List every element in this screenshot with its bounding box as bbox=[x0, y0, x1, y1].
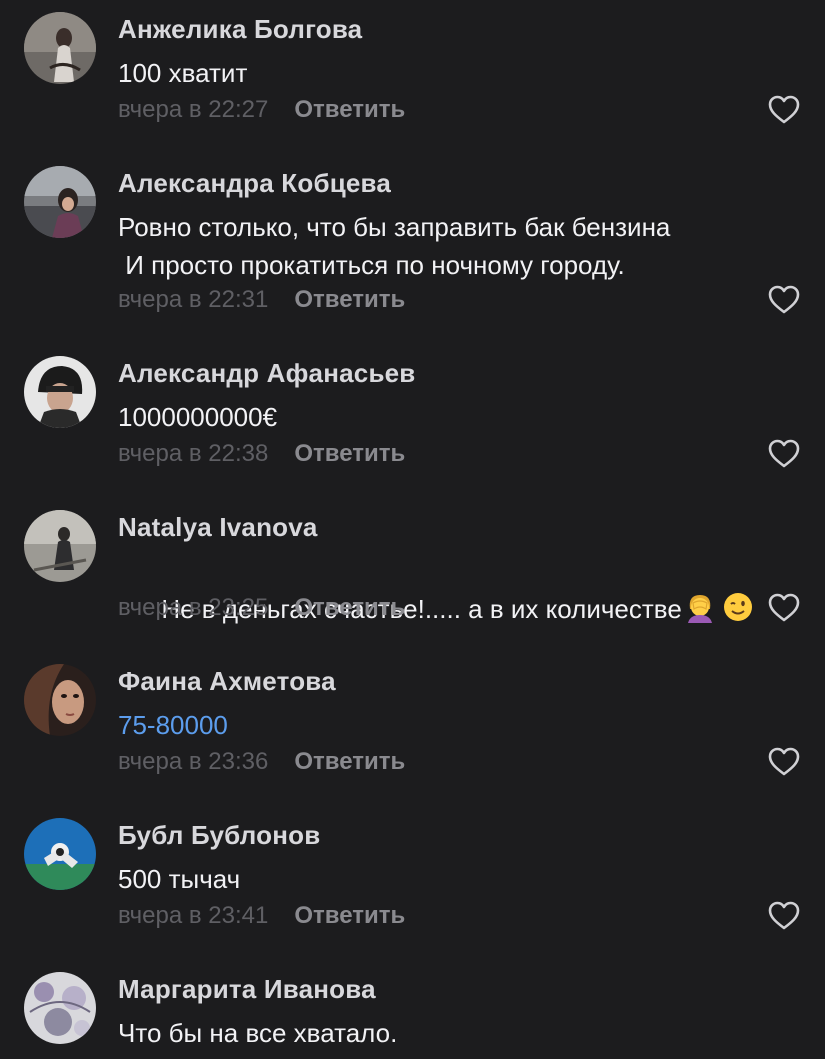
heart-icon bbox=[768, 95, 800, 124]
comment-text: Ровно столько, что бы заправить бак бенз… bbox=[118, 212, 671, 280]
comment-timestamp: вчера в 22:31 bbox=[118, 286, 269, 313]
comments-feed: Анжелика Болгова 100 хватит вчера в 22:2… bbox=[0, 0, 825, 1059]
comment-meta: вчера в 22:31 Ответить bbox=[118, 286, 405, 314]
avatar[interactable] bbox=[24, 664, 96, 736]
reply-button[interactable]: Ответить bbox=[294, 440, 405, 468]
comment-timestamp: вчера в 23:25 bbox=[118, 594, 269, 621]
comment-author[interactable]: Бубл Бублонов bbox=[118, 820, 320, 851]
like-button[interactable] bbox=[768, 593, 800, 623]
comment-meta: вчера в 22:38 Ответить bbox=[118, 440, 405, 468]
avatar-photo-alexandr bbox=[24, 356, 96, 428]
comment-author[interactable]: Александр Афанасьев bbox=[118, 358, 415, 389]
comment-author[interactable]: Natalya Ivanova bbox=[118, 512, 318, 543]
like-button[interactable] bbox=[768, 95, 800, 125]
reply-button[interactable]: Ответить bbox=[294, 286, 405, 314]
comment-text: 500 тычач bbox=[118, 864, 241, 894]
avatar[interactable] bbox=[24, 166, 96, 238]
avatar-photo-alexandra bbox=[24, 166, 96, 238]
heart-icon bbox=[768, 901, 800, 930]
comment-timestamp: вчера в 22:27 bbox=[118, 96, 269, 123]
reply-button[interactable]: Ответить bbox=[294, 96, 405, 124]
woman-facepalming-emoji bbox=[687, 595, 712, 623]
reply-button[interactable]: Ответить bbox=[294, 902, 405, 930]
like-button[interactable] bbox=[768, 747, 800, 777]
avatar-photo-margarita bbox=[24, 972, 96, 1044]
heart-icon bbox=[768, 285, 800, 314]
comment-text-link[interactable]: 75-80000 bbox=[118, 706, 228, 744]
avatar[interactable] bbox=[24, 510, 96, 582]
comment-text: 100 хватит bbox=[118, 58, 248, 88]
comment-text: 1000000000€ bbox=[118, 402, 278, 432]
avatar-photo-bubl bbox=[24, 818, 96, 890]
avatar-photo-angelika bbox=[24, 12, 96, 84]
heart-icon bbox=[768, 747, 800, 776]
avatar-photo-natalya bbox=[24, 510, 96, 582]
comment-meta: вчера в 23:41 Ответить bbox=[118, 902, 405, 930]
avatar-photo-faina bbox=[24, 664, 96, 736]
comment-meta: вчера в 23:36 Ответить bbox=[118, 748, 405, 776]
avatar[interactable] bbox=[24, 356, 96, 428]
comment-author[interactable]: Александра Кобцева bbox=[118, 168, 391, 199]
winking-face-emoji bbox=[723, 593, 752, 621]
comment-meta: вчера в 22:27 Ответить bbox=[118, 96, 405, 124]
comment-author[interactable]: Маргарита Иванова bbox=[118, 974, 376, 1005]
comment-author[interactable]: Фаина Ахметова bbox=[118, 666, 336, 697]
comment-timestamp: вчера в 23:41 bbox=[118, 902, 269, 929]
comment-timestamp: вчера в 22:38 bbox=[118, 440, 269, 467]
like-button[interactable] bbox=[768, 901, 800, 931]
comment-meta: вчера в 23:25 Ответить bbox=[118, 594, 405, 622]
reply-button[interactable]: Ответить bbox=[294, 594, 405, 622]
avatar[interactable] bbox=[24, 972, 96, 1044]
like-button[interactable] bbox=[768, 439, 800, 469]
heart-icon bbox=[768, 439, 800, 468]
like-button[interactable] bbox=[768, 285, 800, 315]
comment-timestamp: вчера в 23:36 bbox=[118, 748, 269, 775]
avatar[interactable] bbox=[24, 12, 96, 84]
reply-button[interactable]: Ответить bbox=[294, 748, 405, 776]
avatar[interactable] bbox=[24, 818, 96, 890]
comment-author[interactable]: Анжелика Болгова bbox=[118, 14, 362, 45]
heart-icon bbox=[768, 593, 800, 622]
comment-text: Что бы на все хватало. bbox=[118, 1018, 398, 1048]
